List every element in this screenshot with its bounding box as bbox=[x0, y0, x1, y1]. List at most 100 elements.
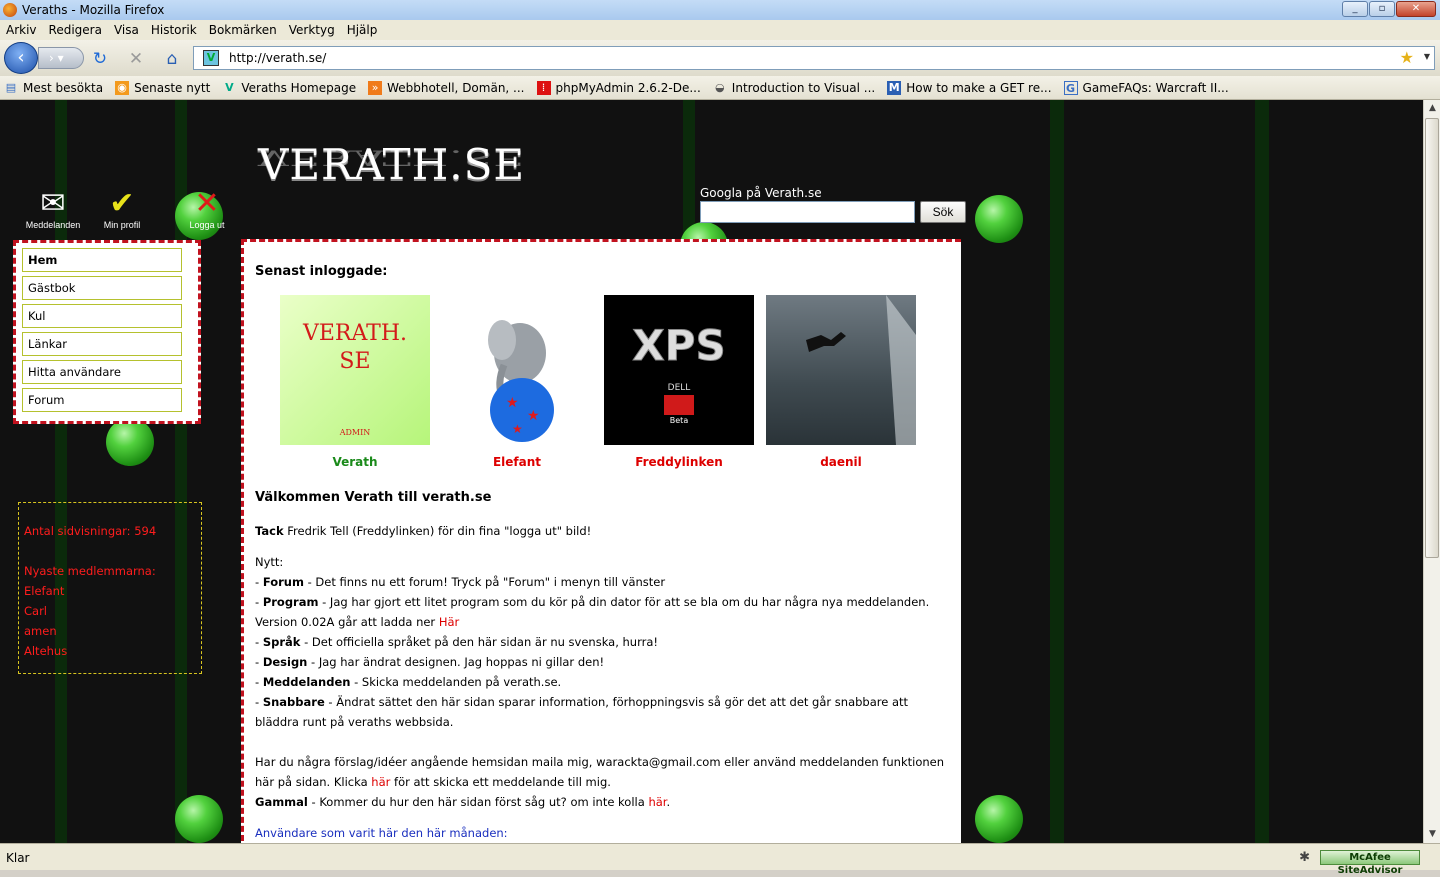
member-link[interactable]: Elefant bbox=[24, 581, 201, 601]
download-link[interactable]: Här bbox=[439, 615, 459, 629]
bookmark-item[interactable]: ◉ Senaste nytt bbox=[111, 80, 210, 95]
bookmark-item[interactable]: ◒ Introduction to Visual ... bbox=[709, 81, 875, 95]
bg-stripe bbox=[1050, 100, 1064, 843]
bookmarks-toolbar: ▤ Mest besökta ◉ Senaste nytt V Veraths Hom… bbox=[0, 76, 1440, 100]
bookmark-item[interactable]: ▤ Mest besökta bbox=[0, 81, 103, 95]
scroll-up-icon[interactable]: ▲ bbox=[1424, 100, 1440, 117]
stop-icon[interactable]: ✕ bbox=[126, 49, 146, 69]
vertical-scrollbar[interactable]: ▲ ▼ bbox=[1423, 100, 1440, 843]
nav-item-hem[interactable]: Hem bbox=[22, 248, 182, 272]
stats-box: Antal sidvisningar: 594 Nyaste medlemmar… bbox=[18, 502, 202, 674]
window-title: Veraths - Mozilla Firefox bbox=[22, 3, 165, 17]
site-nav: Hem Gästbok Kul Länkar Hitta användare F… bbox=[13, 240, 201, 424]
user-avatar[interactable] bbox=[766, 295, 916, 445]
window-titlebar: Veraths - Mozilla Firefox _ ▫ ✕ bbox=[0, 0, 1440, 20]
verath-avatar-image: VERATH. SE ADMIN bbox=[302, 321, 407, 437]
nav-item-kul[interactable]: Kul bbox=[22, 304, 182, 328]
decor-ball bbox=[106, 418, 154, 466]
back-button[interactable]: ‹ bbox=[4, 42, 38, 74]
messages-link[interactable]: ✉ Meddelanden bbox=[18, 188, 88, 231]
member-link[interactable]: amen bbox=[24, 621, 201, 641]
minimize-button[interactable]: _ bbox=[1342, 1, 1368, 17]
svg-text:ADMIN: ADMIN bbox=[339, 428, 371, 437]
user-name[interactable]: Verath bbox=[280, 455, 430, 469]
news-item: - Språk - Det officiella språket på den … bbox=[255, 635, 659, 649]
url-bar[interactable]: V http://verath.se/ ★ ▼ bbox=[193, 46, 1435, 70]
news-item: - Program - Jag har gjort ett litet prog… bbox=[255, 595, 930, 609]
svg-text:★: ★ bbox=[512, 422, 523, 436]
nav-item-lankar[interactable]: Länkar bbox=[22, 332, 182, 356]
latest-heading: Senast inloggade: bbox=[255, 264, 388, 279]
decor-ball bbox=[975, 195, 1023, 243]
webhost-icon: » bbox=[368, 80, 383, 95]
mcafee-siteadvisor-button[interactable]: McAfee SiteAdvisor bbox=[1320, 850, 1420, 876]
user-avatar[interactable]: XPS DELL Beta bbox=[604, 295, 754, 445]
welcome-heading: Välkommen Verath till verath.se bbox=[255, 490, 492, 505]
url-dropdown-icon[interactable]: ▼ bbox=[1424, 52, 1430, 61]
globe-icon: ◒ bbox=[714, 80, 725, 94]
search-input[interactable] bbox=[700, 201, 915, 223]
menu-redigera[interactable]: Redigera bbox=[49, 23, 102, 37]
elephant-avatar-image: ★ ★ ★ bbox=[488, 320, 554, 442]
scroll-down-icon[interactable]: ▼ bbox=[1424, 826, 1440, 843]
url-text[interactable]: http://verath.se/ bbox=[229, 51, 326, 65]
bug-icon[interactable]: ✱ bbox=[1299, 850, 1310, 865]
member-link[interactable]: Altehus bbox=[24, 641, 201, 661]
menu-bar: Arkiv Redigera Visa Historik Bokmärken V… bbox=[0, 20, 1440, 40]
bookmark-item[interactable]: G GameFAQs: Warcraft II... bbox=[1060, 80, 1229, 95]
page-viewport: VERATH.SE VERATH.SE Googla på Verath.se … bbox=[0, 100, 1423, 843]
news-item: - Meddelanden - Skicka meddelanden på ve… bbox=[255, 675, 562, 689]
news-section: Nytt: - Forum - Det finns nu ett forum! … bbox=[255, 552, 955, 812]
logout-label: Logga ut bbox=[189, 220, 225, 230]
scroll-thumb[interactable] bbox=[1425, 118, 1439, 558]
menu-arkiv[interactable]: Arkiv bbox=[6, 23, 37, 37]
m-icon: M bbox=[887, 80, 902, 95]
profile-label: Min profil bbox=[103, 220, 141, 230]
old-site-link[interactable]: här bbox=[648, 795, 666, 809]
suggest-text: Har du några förslag/idéer angående hems… bbox=[255, 755, 945, 769]
logout-link[interactable]: ✕ Logga ut bbox=[172, 187, 242, 231]
nav-item-hitta-anvandare[interactable]: Hitta användare bbox=[22, 360, 182, 384]
menu-visa[interactable]: Visa bbox=[114, 23, 139, 37]
svg-text:SE: SE bbox=[339, 349, 370, 374]
svg-text:★: ★ bbox=[527, 408, 540, 424]
user-name[interactable]: Freddylinken bbox=[604, 455, 754, 469]
nav-item-forum[interactable]: Forum bbox=[22, 388, 182, 412]
bookmark-item[interactable]: ⁞ phpMyAdmin 2.6.2-De... bbox=[533, 80, 701, 95]
site-logo-reflection: VERATH.SE bbox=[258, 145, 526, 171]
profile-link[interactable]: ✔ Min profil bbox=[87, 187, 157, 231]
main-content: Senast inloggade: VERATH. SE ADMIN ★ ★ ★ bbox=[241, 239, 961, 843]
menu-verktyg[interactable]: Verktyg bbox=[289, 23, 335, 37]
bookmark-item[interactable]: » Webbhotell, Domän, ... bbox=[364, 80, 525, 95]
user-name[interactable]: Elefant bbox=[442, 455, 592, 469]
home-icon[interactable]: ⌂ bbox=[162, 49, 182, 69]
firefox-icon bbox=[3, 3, 17, 17]
bookmark-star-icon[interactable]: ★ bbox=[1400, 48, 1414, 67]
xps-avatar-image: XPS DELL Beta bbox=[632, 321, 726, 426]
nav-item-gastbok[interactable]: Gästbok bbox=[22, 276, 182, 300]
suggest-text: här på sidan. Klicka här för att skicka … bbox=[255, 775, 611, 789]
reload-icon[interactable]: ↻ bbox=[90, 49, 110, 69]
search-button[interactable]: Sök bbox=[920, 201, 966, 223]
member-link[interactable]: Carl bbox=[24, 601, 201, 621]
message-link[interactable]: här bbox=[371, 775, 390, 789]
maximize-button[interactable]: ▫ bbox=[1369, 1, 1395, 17]
navigation-toolbar: › ▾ ‹ ↻ ✕ ⌂ V http://verath.se/ ★ ▼ bbox=[0, 40, 1440, 76]
menu-hjalp[interactable]: Hjälp bbox=[347, 23, 378, 37]
logout-icon: ✕ bbox=[194, 187, 220, 220]
bookmark-item[interactable]: V Veraths Homepage bbox=[218, 81, 356, 95]
user-avatar[interactable]: VERATH. SE ADMIN bbox=[280, 295, 430, 445]
decor-ball bbox=[975, 795, 1023, 843]
old-site-text: Gammal - Kommer du hur den här sidan för… bbox=[255, 795, 671, 809]
forward-button[interactable]: › ▾ bbox=[38, 47, 84, 69]
menu-historik[interactable]: Historik bbox=[151, 23, 197, 37]
verath-icon: V bbox=[225, 80, 234, 94]
bookmark-item[interactable]: M How to make a GET re... bbox=[883, 80, 1052, 95]
user-name[interactable]: daenil bbox=[766, 455, 916, 469]
user-avatar[interactable]: ★ ★ ★ bbox=[442, 295, 592, 445]
close-button[interactable]: ✕ bbox=[1396, 1, 1436, 17]
profile-icon: ✔ bbox=[109, 187, 135, 220]
bg-stripe bbox=[1255, 100, 1269, 843]
menu-bokmarken[interactable]: Bokmärken bbox=[209, 23, 277, 37]
status-text: Klar bbox=[6, 851, 30, 865]
